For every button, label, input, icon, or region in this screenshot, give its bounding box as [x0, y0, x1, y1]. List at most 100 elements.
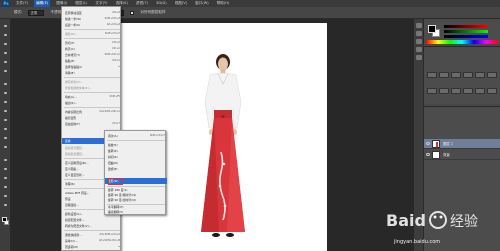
- menu-item-fade[interactable]: 渐隐(D)... Shift+Ctrl+F: [65, 32, 120, 37]
- mode-label: 模式:: [14, 10, 23, 14]
- brush-tool-icon[interactable]: [2, 90, 9, 96]
- menu-item-paste[interactable]: 粘贴(P) Ctrl+V: [65, 59, 120, 64]
- svg-text:Baid: Baid: [386, 211, 426, 230]
- submenu-separator: [107, 186, 165, 187]
- red-slider[interactable]: [444, 25, 488, 28]
- menu-item-spell-check[interactable]: 拼写检查(H)...: [65, 80, 120, 85]
- green-slider[interactable]: [444, 30, 488, 33]
- submenu-item-skew[interactable]: 斜切(K): [108, 155, 165, 160]
- watermark-url: jingyan.baidu.com: [394, 239, 441, 245]
- menu-item-cut[interactable]: 剪切(T) Ctrl+X: [65, 41, 120, 46]
- color-panel-foreground[interactable]: [428, 25, 436, 33]
- paragraph-panel-icon[interactable]: [416, 55, 422, 60]
- menu-edit[interactable]: 编辑(E): [34, 0, 51, 7]
- info-panel-icon[interactable]: [416, 39, 422, 44]
- sample-all-checkbox[interactable]: [130, 10, 135, 15]
- adjustment-icon[interactable]: [439, 88, 449, 94]
- menu-item-convert-profile[interactable]: 转换为配置文件(V)...: [65, 224, 120, 229]
- menu-help[interactable]: 帮助(H): [215, 0, 232, 7]
- shape-tool-icon[interactable]: [2, 184, 9, 190]
- menu-view[interactable]: 视图(V): [173, 0, 189, 7]
- eyedropper-tool-icon[interactable]: [2, 68, 9, 74]
- menu-window[interactable]: 窗口(W): [193, 0, 211, 7]
- menu-item-step-backward[interactable]: 后退一步(K) Alt+Ctrl+Z: [65, 23, 120, 28]
- dodge-tool-icon[interactable]: [2, 144, 9, 150]
- submenu-item-again[interactable]: 再次(A) Shift+Ctrl+T: [108, 134, 165, 139]
- blue-slider[interactable]: [444, 35, 488, 38]
- menu-separator: [64, 92, 120, 93]
- menu-item-fill[interactable]: 填充(L)... Shift+F5: [65, 95, 120, 100]
- menu-item-content-aware-scale[interactable]: 内容识别比例 Alt+Shift+Ctrl+C: [65, 110, 120, 115]
- menu-item-puppet-warp[interactable]: 操控变形: [65, 116, 120, 121]
- color-spectrum-bar[interactable]: [426, 40, 498, 44]
- submenu-separator: [107, 140, 165, 141]
- menu-item-copy[interactable]: 拷贝(C) Ctrl+C: [65, 47, 120, 52]
- layer-row-background[interactable]: 背景: [424, 150, 500, 160]
- tools-panel: [0, 19, 11, 251]
- submenu-item-scale[interactable]: 缩放(S): [108, 143, 165, 148]
- adjustment-icon[interactable]: [463, 72, 473, 78]
- adjustment-icon[interactable]: [487, 88, 497, 94]
- pen-tool-icon[interactable]: [2, 157, 9, 163]
- marquee-tool-icon[interactable]: [2, 32, 9, 38]
- submenu-item-distort[interactable]: 扭曲(D): [108, 161, 165, 166]
- menu-item-keyboard-shortcuts[interactable]: 键盘快捷键... Alt+Shift+Ctrl+K: [65, 233, 120, 238]
- menu-item-undo[interactable]: 还原移动选区 Ctrl+Z: [65, 11, 120, 16]
- foreground-color-swatch[interactable]: [2, 217, 7, 222]
- adjustment-icon[interactable]: [439, 72, 449, 78]
- layer-row-layer1[interactable]: 图层 1: [424, 139, 500, 149]
- menu-item-menus[interactable]: 菜单(U)... Alt+Shift+Ctrl+M: [65, 239, 120, 244]
- zoom-tool-icon[interactable]: [2, 202, 9, 208]
- crop-tool-icon[interactable]: [2, 59, 9, 65]
- mode-select[interactable]: 正常: [28, 9, 45, 16]
- menu-item-step-forward[interactable]: 前进一步(W) Shift+Ctrl+Z: [65, 17, 120, 22]
- submenu-item-rotate-90-ccw[interactable]: 旋转 90 度(逆时针)(0): [108, 198, 165, 203]
- menu-item-free-transform[interactable]: 自由变换(F) Ctrl+T: [65, 122, 120, 127]
- menu-filter[interactable]: 滤镜(T): [134, 0, 150, 7]
- move-tool-icon[interactable]: [2, 23, 9, 29]
- adjustment-icon[interactable]: [451, 72, 461, 78]
- model-photo: [201, 54, 245, 237]
- adjustment-icon[interactable]: [463, 88, 473, 94]
- properties-panel-icon[interactable]: [416, 31, 422, 36]
- menu-item-preferences[interactable]: 首选项(N) ▸: [65, 245, 120, 250]
- type-tool-icon[interactable]: [2, 166, 9, 172]
- adjustment-icon[interactable]: [427, 88, 437, 94]
- menu-separator: [64, 107, 120, 108]
- submenu-item-perspective[interactable]: 透视(P): [108, 167, 165, 172]
- layer-name: 背景: [443, 153, 450, 157]
- adjustment-icon[interactable]: [475, 72, 485, 78]
- quick-select-tool-icon[interactable]: [2, 50, 9, 56]
- gradient-tool-icon[interactable]: [2, 126, 9, 132]
- adjustment-icons-grid: [427, 72, 497, 102]
- submenu-item-flip-vertical[interactable]: 垂直翻转(V): [108, 210, 165, 215]
- menu-item-assign-profile[interactable]: 指定配置文件...: [65, 218, 120, 223]
- adjustment-icon[interactable]: [475, 88, 485, 94]
- path-select-tool-icon[interactable]: [2, 175, 9, 181]
- menu-item-paste-special[interactable]: 选择性粘贴(I) ▸: [65, 65, 120, 70]
- menu-item-copy-merged[interactable]: 合并拷贝(Y) Shift+Ctrl+C: [65, 53, 120, 58]
- history-panel-icon[interactable]: [416, 23, 422, 28]
- adjustment-icon[interactable]: [487, 72, 497, 78]
- menu-3d[interactable]: 3D(D): [154, 0, 169, 7]
- blur-tool-icon[interactable]: [2, 135, 9, 141]
- transform-submenu: 再次(A) Shift+Ctrl+T 缩放(S) 旋转(R) 斜切(K) 扭曲(D…: [104, 130, 167, 215]
- adjustment-icon[interactable]: [451, 88, 461, 94]
- eraser-tool-icon[interactable]: [2, 117, 9, 123]
- layer-name: 图层 1: [443, 142, 454, 146]
- adjustment-icon[interactable]: [427, 72, 437, 78]
- character-panel-icon[interactable]: [416, 47, 422, 52]
- submenu-item-rotate[interactable]: 旋转(R): [108, 149, 165, 154]
- menu-file[interactable]: 文件(F): [14, 0, 30, 7]
- menu-item-clear[interactable]: 清除(E): [65, 71, 120, 76]
- layer-thumbnail: [432, 151, 440, 159]
- menu-item-stroke[interactable]: 描边(S)...: [65, 101, 120, 106]
- history-brush-tool-icon[interactable]: [2, 108, 9, 114]
- menu-item-find-replace[interactable]: 查找和替换文本(X)...: [65, 86, 120, 91]
- healing-brush-tool-icon[interactable]: [2, 81, 9, 87]
- eye-icon[interactable]: [426, 153, 430, 156]
- clone-stamp-tool-icon[interactable]: [2, 99, 9, 105]
- eye-icon[interactable]: [426, 142, 430, 145]
- hand-tool-icon[interactable]: [2, 193, 9, 199]
- lasso-tool-icon[interactable]: [2, 41, 9, 47]
